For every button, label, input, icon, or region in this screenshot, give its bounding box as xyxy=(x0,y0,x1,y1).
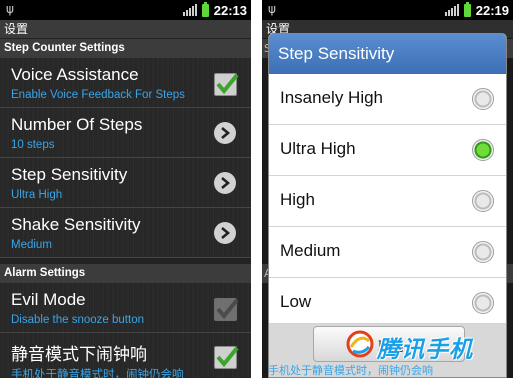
signal-icon xyxy=(182,4,197,16)
option-label: Insanely High xyxy=(280,88,384,107)
option-low[interactable]: Low xyxy=(269,278,506,324)
usb-icon: ψ xyxy=(6,2,14,16)
signal-icon xyxy=(444,4,459,16)
option-label: Medium xyxy=(280,241,341,260)
checkmark-icon xyxy=(216,298,239,320)
chevron-right-icon xyxy=(214,122,236,144)
setting-summary: 10 steps xyxy=(11,139,55,151)
setting-summary: Ultra High xyxy=(11,189,63,201)
section-header-step-counter: Step Counter Settings xyxy=(0,39,251,58)
setting-title: Shake Sensitivity xyxy=(11,215,141,234)
page-title: 设置 xyxy=(0,20,251,38)
option-label: Ultra High xyxy=(280,139,356,158)
battery-icon xyxy=(463,1,471,17)
option-medium[interactable]: Medium xyxy=(269,227,506,278)
status-bar: ψ 22:19 xyxy=(262,0,513,20)
checkmark-icon xyxy=(216,73,239,95)
settings-screen: ψ 22:13 设置 Step Counter Settings Voice A… xyxy=(0,0,251,378)
setting-shake-sensitivity[interactable]: Shake Sensitivity Medium xyxy=(0,208,251,258)
option-high[interactable]: High xyxy=(269,176,506,227)
setting-title: 静音模式下闹钟响 xyxy=(11,345,147,364)
option-insanely-high[interactable]: Insanely High xyxy=(269,74,506,125)
setting-summary: Disable the snooze button xyxy=(11,314,144,326)
clock: 22:19 xyxy=(475,2,509,18)
option-label: Low xyxy=(280,292,312,311)
checkmark-icon xyxy=(216,346,239,368)
radio-button[interactable] xyxy=(472,88,494,110)
setting-step-sensitivity[interactable]: Step Sensitivity Ultra High xyxy=(0,158,251,208)
setting-voice-assistance[interactable]: Voice Assistance Enable Voice Feedback F… xyxy=(0,58,251,108)
silent-mode-alarm-checkbox[interactable] xyxy=(214,346,239,369)
battery-icon xyxy=(201,1,209,17)
setting-title: Step Sensitivity xyxy=(11,165,128,184)
setting-number-of-steps[interactable]: Number Of Steps 10 steps xyxy=(0,108,251,158)
dialog-title: Step Sensitivity xyxy=(269,34,506,74)
voice-assistance-checkbox[interactable] xyxy=(214,73,239,96)
setting-summary: Medium xyxy=(11,239,52,251)
watermark-text: 腾讯手机 xyxy=(377,337,473,363)
radio-button-selected[interactable] xyxy=(472,139,494,161)
setting-evil-mode[interactable]: Evil Mode Disable the snooze button xyxy=(0,283,251,333)
evil-mode-checkbox[interactable] xyxy=(214,298,239,321)
setting-summary: Enable Voice Feedback For Steps xyxy=(11,89,185,101)
step-sensitivity-dialog-screen: ψ 22:19 设置 S A Step Sensitivity Insanely… xyxy=(262,0,513,378)
radio-button[interactable] xyxy=(472,292,494,314)
radio-button[interactable] xyxy=(472,241,494,263)
chevron-right-icon xyxy=(214,172,236,194)
background-summary-text: 手机处于静音模式时，闹钟仍会响 xyxy=(268,364,433,377)
watermark-logo: 腾讯手机 xyxy=(343,326,503,363)
usb-icon: ψ xyxy=(268,2,276,16)
clock: 22:13 xyxy=(213,2,247,18)
setting-summary: 手机处于静音模式时，闹钟仍会响 xyxy=(11,369,184,378)
swirl-logo-icon xyxy=(346,330,374,358)
setting-title: Number Of Steps xyxy=(11,115,143,134)
setting-title: Evil Mode xyxy=(11,290,86,309)
setting-title: Voice Assistance xyxy=(11,65,139,84)
section-header-alarm: Alarm Settings xyxy=(0,264,251,283)
radio-button[interactable] xyxy=(472,190,494,212)
setting-silent-mode-alarm[interactable]: 静音模式下闹钟响 手机处于静音模式时，闹钟仍会响 xyxy=(0,333,251,378)
option-ultra-high[interactable]: Ultra High xyxy=(269,125,506,176)
status-bar: ψ 22:13 xyxy=(0,0,251,20)
option-label: High xyxy=(280,190,315,209)
chevron-right-icon xyxy=(214,222,236,244)
